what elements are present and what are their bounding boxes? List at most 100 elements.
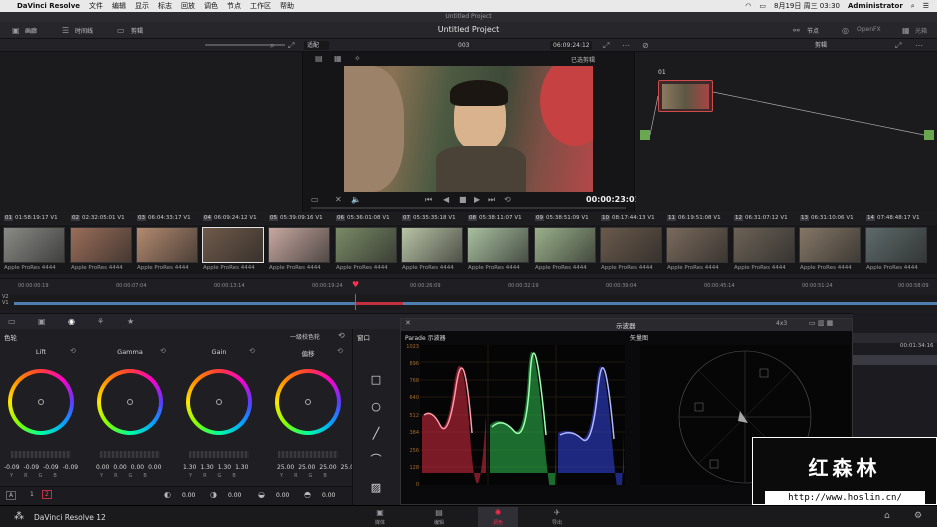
rgb-mixer-icon[interactable]: ⚘ [97, 317, 104, 326]
clip-thumbnail[interactable] [268, 227, 330, 263]
wheel-mode-dropdown[interactable]: 一级校色轮 [290, 332, 320, 341]
contrast-value[interactable]: 0.00 [182, 492, 195, 499]
reset-icon[interactable]: ⟲ [338, 331, 345, 340]
clip-thumbnail[interactable] [70, 227, 132, 263]
color-match-icon[interactable]: ▣ [38, 317, 46, 326]
home-icon[interactable]: ⌂ [884, 511, 890, 521]
expand-icon[interactable]: ⤢ [895, 41, 901, 51]
openfx-button[interactable]: OpenFX [857, 26, 881, 33]
lightbox-button[interactable]: 光箱 [915, 26, 927, 35]
wifi-icon[interactable]: ◠ [745, 2, 751, 10]
playhead-icon[interactable]: ♥ [352, 280, 359, 289]
keyframe-row[interactable] [853, 355, 937, 365]
gain-master-slider[interactable] [189, 451, 249, 458]
clip-thumbnail[interactable] [3, 227, 65, 263]
settings-icon[interactable]: ⚙ [914, 511, 922, 521]
viewer-mode-icon[interactable]: ▭ [311, 195, 319, 204]
menu-edit[interactable]: 编辑 [112, 1, 126, 11]
page-deliver[interactable]: ✈ 导出 [537, 507, 577, 527]
clip-thumbnail[interactable] [401, 227, 463, 263]
more-icon[interactable]: ⋯ [915, 41, 923, 50]
clip-thumbnail[interactable] [865, 227, 927, 263]
vectorscope-dropdown[interactable]: 矢量图 [630, 333, 648, 342]
play-icon[interactable]: ▶ [474, 195, 480, 204]
clip-thumbnail[interactable] [799, 227, 861, 263]
loop-icon[interactable]: ⟲ [504, 195, 511, 204]
magic-wand-icon[interactable]: ✧ [354, 54, 361, 63]
grid-icon[interactable]: ▦ [334, 54, 342, 63]
clip-thumbnail[interactable] [534, 227, 596, 263]
close-icon[interactable]: ✕ [335, 195, 342, 204]
page-color[interactable]: ✺ 调色 [478, 507, 518, 527]
menu-nodes[interactable]: 节点 [227, 1, 241, 11]
nodes-button[interactable]: 节点 [807, 26, 819, 35]
timeline-ruler[interactable]: 00:00:00:19 00:00:07:04 00:00:13:14 00:0… [0, 278, 937, 294]
grid-dropdown[interactable]: 4x3 [776, 320, 787, 327]
motion-effects-icon[interactable]: ★ [127, 317, 134, 326]
hue-value[interactable]: 0.00 [322, 492, 335, 499]
battery-icon[interactable]: ▭ [759, 2, 766, 10]
wheel-puck[interactable] [216, 399, 222, 405]
wheel-puck[interactable] [38, 399, 44, 405]
clip-thumbnail[interactable] [733, 227, 795, 263]
saturation-value[interactable]: 0.00 [276, 492, 289, 499]
v1-track-clips[interactable] [14, 302, 937, 305]
page-edit[interactable]: ▤ 编辑 [419, 507, 459, 527]
clip-thumbnail[interactable] [600, 227, 662, 263]
pivot-value[interactable]: 0.00 [228, 492, 241, 499]
go-end-icon[interactable]: ⏭ [488, 195, 495, 205]
go-start-icon[interactable]: ⏮ [425, 195, 432, 205]
reset-icon[interactable]: ⟲ [160, 347, 166, 355]
stop-icon[interactable]: ■ [459, 195, 467, 204]
parade-dropdown[interactable]: Parade 示波器 [405, 333, 446, 342]
menu-playback[interactable]: 回放 [181, 1, 195, 11]
audio-icon[interactable]: 🔈 [351, 195, 361, 204]
wheel-puck[interactable] [127, 399, 133, 405]
clip-thumbnail-selected[interactable] [202, 227, 264, 263]
layout-icon[interactable]: ▭ ▥ ▦ [809, 319, 833, 327]
clip-thumbnail[interactable] [467, 227, 529, 263]
offset-wheel[interactable] [275, 369, 341, 435]
more-icon[interactable]: ⋯ [622, 41, 630, 50]
bypass-icon[interactable]: ⊘ [642, 41, 649, 50]
menu-file[interactable]: 文件 [89, 1, 103, 11]
fit-dropdown[interactable]: 适配 [304, 41, 329, 50]
gradient-window-icon[interactable]: ▨ [367, 479, 385, 495]
search-icon[interactable]: ⌕ [911, 2, 915, 11]
curve-window-icon[interactable]: ⌒ [367, 451, 385, 467]
page-media[interactable]: ▣ 媒体 [360, 507, 400, 527]
linear-window-icon[interactable]: ╱ [367, 425, 385, 441]
offset-master-slider[interactable] [278, 451, 338, 458]
expand-icon[interactable]: ⤢ [288, 41, 294, 51]
menu-mark[interactable]: 标志 [158, 1, 172, 11]
viewer-scrubber[interactable] [311, 207, 626, 209]
menu-help[interactable]: 帮助 [280, 1, 294, 11]
clip-thumbnail[interactable] [666, 227, 728, 263]
search-icon[interactable]: ⌕ [270, 41, 274, 51]
menu-color[interactable]: 调色 [204, 1, 218, 11]
menu-workspace[interactable]: 工作区 [250, 1, 271, 11]
clip-thumbnail[interactable] [136, 227, 198, 263]
clip-thumbnail[interactable] [335, 227, 397, 263]
color-wheels-icon[interactable]: ◉ [68, 317, 75, 326]
gamma-master-slider[interactable] [100, 451, 160, 458]
reset-icon[interactable]: ⟲ [70, 347, 76, 355]
reset-icon[interactable]: ⟲ [249, 347, 255, 355]
reset-icon[interactable]: ⟲ [337, 347, 343, 355]
clip-number[interactable]: 003 [455, 41, 477, 50]
camera-raw-icon[interactable]: ▭ [8, 317, 16, 326]
list-icon[interactable]: ☰ [923, 2, 929, 10]
keyframe-track[interactable] [853, 333, 937, 343]
wipe-icon[interactable]: ▤ [315, 54, 323, 63]
auto-balance-button[interactable]: A [6, 491, 17, 500]
menu-view[interactable]: 显示 [135, 1, 149, 11]
square-window-icon[interactable]: □ [367, 371, 385, 387]
expand-icon[interactable]: ⤢ [603, 41, 609, 51]
page-1-button[interactable]: 1 [30, 491, 34, 498]
user-menu[interactable]: Administrator [848, 2, 903, 10]
gamma-wheel[interactable] [97, 369, 163, 435]
close-icon[interactable]: ✕ [405, 319, 411, 327]
circle-window-icon[interactable]: ○ [367, 398, 385, 414]
gain-wheel[interactable] [186, 369, 252, 435]
page-2-button[interactable]: 2 [42, 490, 52, 499]
